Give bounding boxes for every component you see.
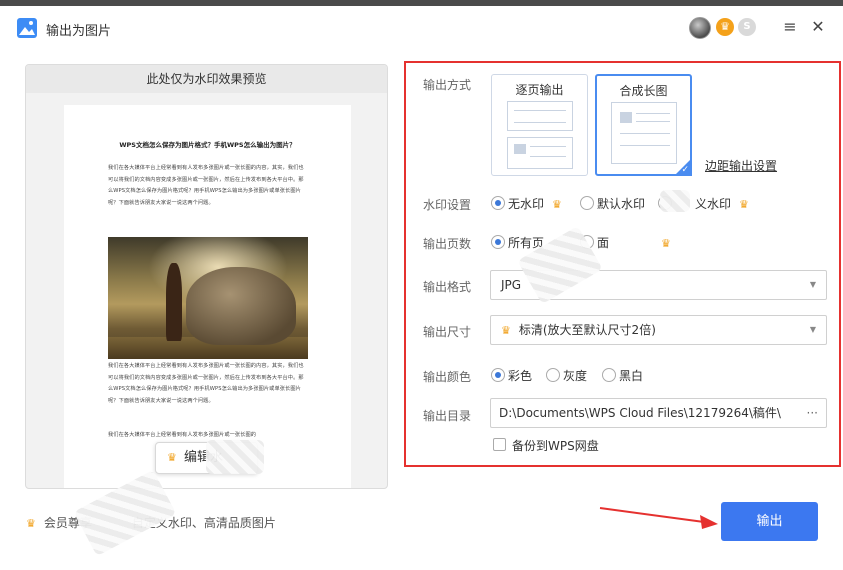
output-directory-field[interactable]: D:\Documents\WPS Cloud Files\12179264\稿件… xyxy=(490,398,827,428)
radio-color[interactable]: 彩色 xyxy=(491,367,532,384)
crown-badge-icon[interactable]: ♛ xyxy=(716,18,734,36)
crown-icon: ♛ xyxy=(739,198,749,211)
crown-icon: ♛ xyxy=(501,324,511,337)
blur-mask xyxy=(206,440,264,474)
radio-black-white[interactable]: 黑白 xyxy=(602,367,643,384)
radio-grayscale[interactable]: 灰度 xyxy=(546,367,587,384)
chevron-down-icon: ▼ xyxy=(809,280,816,289)
radio-default-watermark[interactable]: 默认水印 xyxy=(580,195,645,212)
blur-mask xyxy=(660,190,690,212)
crown-icon: ♛ xyxy=(661,237,671,250)
size-select[interactable]: ♛ 标清(放大至默认尺寸2倍) ▼ xyxy=(490,315,827,345)
doc-title: WPS文档怎么保存为图片格式？手机WPS怎么输出为图片？ xyxy=(119,141,296,149)
user-avatar[interactable] xyxy=(689,17,711,39)
window-title: 输出为图片 xyxy=(46,24,112,39)
doc-paragraph: 我们在各大媒体平台上经常看到有人发布多张图片或一张长图的 xyxy=(108,432,257,438)
radio-page-range[interactable]: 面 ♛ xyxy=(580,234,671,251)
chevron-down-icon: ▼ xyxy=(809,325,816,334)
directory-label: 输出目录 xyxy=(423,409,472,423)
hamburger-icon[interactable]: ≡ xyxy=(780,16,800,38)
preview-header: 此处仅为水印效果预览 xyxy=(26,65,387,93)
doc-paragraph: 我们在各大媒体平台上经常看到有人发布多张图片或一张长图的内容，其实，我们也可以将… xyxy=(108,165,304,206)
option-page-by-page[interactable]: 逐页输出 xyxy=(491,74,588,176)
output-mode-label: 输出方式 xyxy=(423,78,472,92)
radio-no-watermark[interactable]: 无水印 ♛ xyxy=(491,195,562,212)
doc-photo xyxy=(108,237,308,359)
title-bar: 输出为图片 ♛ S ≡ ✕ xyxy=(0,6,843,50)
close-icon[interactable]: ✕ xyxy=(808,16,828,38)
watermark-label: 水印设置 xyxy=(423,198,472,212)
crown-icon: ♛ xyxy=(167,451,177,464)
color-label: 输出颜色 xyxy=(423,370,472,384)
backup-to-cloud-checkbox[interactable]: 备份到WPS网盘 xyxy=(493,437,599,454)
size-label: 输出尺寸 xyxy=(423,325,472,339)
coin-badge-icon[interactable]: S xyxy=(738,18,756,36)
preview-page: WPS文档怎么保存为图片格式？手机WPS怎么输出为图片？ 我们在各大媒体平台上经… xyxy=(64,105,351,488)
option-long-image[interactable]: 合成长图 ✓ xyxy=(595,74,692,176)
export-button[interactable]: 输出 xyxy=(721,502,818,541)
margin-settings-link[interactable]: 边距输出设置 xyxy=(705,157,777,174)
browse-button[interactable]: ··· xyxy=(802,399,818,427)
crown-icon: ♛ xyxy=(552,198,562,211)
format-label: 输出格式 xyxy=(423,280,472,294)
pages-label: 输出页数 xyxy=(423,237,472,251)
annotation-arrow-icon xyxy=(599,507,718,529)
doc-paragraph: 我们在各大媒体平台上经常看到有人发布多张图片或一张长图的内容，其实，我们也可以将… xyxy=(108,363,304,404)
watermark-preview-panel: 此处仅为水印效果预览 WPS文档怎么保存为图片格式？手机WPS怎么输出为图片？ … xyxy=(25,64,388,489)
crown-icon: ♛ xyxy=(26,517,36,530)
picture-export-icon xyxy=(17,18,37,38)
